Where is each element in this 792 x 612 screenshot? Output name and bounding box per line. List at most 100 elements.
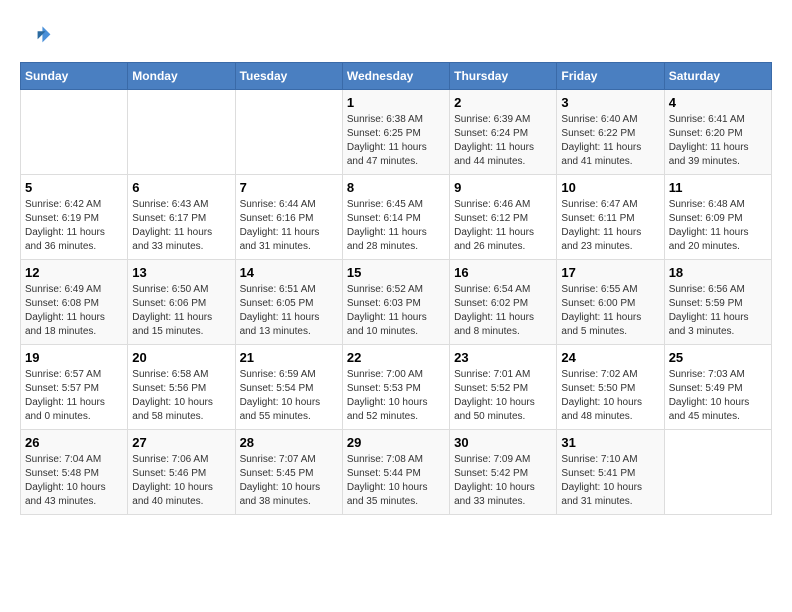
day-number: 9	[454, 180, 552, 195]
calendar-cell: 1Sunrise: 6:38 AM Sunset: 6:25 PM Daylig…	[342, 90, 449, 175]
day-info: Sunrise: 6:45 AM Sunset: 6:14 PM Dayligh…	[347, 198, 445, 254]
calendar-cell: 18 Sunrise: 6:56 AM Sunset: 5:59 PM Dayli…	[664, 260, 771, 345]
calendar-cell: 2 Sunrise: 6:39 AM Sunset: 6:24 PM Daylig…	[450, 90, 557, 175]
calendar-header: SundayMondayTuesdayWednesdayThursdayFrid…	[21, 63, 772, 90]
day-number: 25	[669, 350, 767, 365]
day-number: 26	[25, 435, 123, 450]
weekday-sunday: Sunday	[21, 63, 128, 90]
day-number: 31	[561, 435, 659, 450]
calendar-cell: 29 Sunrise: 7:08 AM Sunset: 5:44 PM Dayli…	[342, 430, 449, 515]
weekday-monday: Monday	[128, 63, 235, 90]
calendar-cell: 13Sunrise: 6:50 AM Sunset: 6:06 PM Dayli…	[128, 260, 235, 345]
day-number: 30	[454, 435, 552, 450]
calendar-cell: 10 Sunrise: 6:47 AM Sunset: 6:11 PM Dayli…	[557, 175, 664, 260]
day-info: Sunrise: 7:08 AM Sunset: 5:44 PM Dayligh…	[347, 453, 445, 509]
day-info: Sunrise: 6:52 AM Sunset: 6:03 PM Dayligh…	[347, 283, 445, 339]
day-info: Sunrise: 7:06 AM Sunset: 5:46 PM Dayligh…	[132, 453, 230, 509]
day-info: Sunrise: 6:50 AM Sunset: 6:06 PM Dayligh…	[132, 283, 230, 339]
day-number: 5	[25, 180, 123, 195]
calendar-cell: 28 Sunrise: 7:07 AM Sunset: 5:45 PM Dayli…	[235, 430, 342, 515]
day-info: Sunrise: 7:02 AM Sunset: 5:50 PM Dayligh…	[561, 368, 659, 424]
day-info: Sunrise: 6:43 AM Sunset: 6:17 PM Dayligh…	[132, 198, 230, 254]
calendar-cell: 4 Sunrise: 6:41 AM Sunset: 6:20 PM Daylig…	[664, 90, 771, 175]
calendar-cell: 19Sunrise: 6:57 AM Sunset: 5:57 PM Dayli…	[21, 345, 128, 430]
day-info: Sunrise: 6:41 AM Sunset: 6:20 PM Dayligh…	[669, 113, 767, 169]
calendar-cell: 22Sunrise: 7:00 AM Sunset: 5:53 PM Dayli…	[342, 345, 449, 430]
calendar-cell: 23 Sunrise: 7:01 AM Sunset: 5:52 PM Dayli…	[450, 345, 557, 430]
calendar-week-5: 26 Sunrise: 7:04 AM Sunset: 5:48 PM Dayli…	[21, 430, 772, 515]
weekday-thursday: Thursday	[450, 63, 557, 90]
day-number: 11	[669, 180, 767, 195]
day-info: Sunrise: 6:39 AM Sunset: 6:24 PM Dayligh…	[454, 113, 552, 169]
day-number: 7	[240, 180, 338, 195]
day-info: Sunrise: 6:46 AM Sunset: 6:12 PM Dayligh…	[454, 198, 552, 254]
day-number: 15	[347, 265, 445, 280]
calendar-cell: 25 Sunrise: 7:03 AM Sunset: 5:49 PM Dayli…	[664, 345, 771, 430]
day-info: Sunrise: 7:07 AM Sunset: 5:45 PM Dayligh…	[240, 453, 338, 509]
weekday-friday: Friday	[557, 63, 664, 90]
calendar-week-1: 1Sunrise: 6:38 AM Sunset: 6:25 PM Daylig…	[21, 90, 772, 175]
logo-icon	[20, 20, 52, 52]
calendar-cell: 8 Sunrise: 6:45 AM Sunset: 6:14 PM Daylig…	[342, 175, 449, 260]
day-number: 17	[561, 265, 659, 280]
day-number: 18	[669, 265, 767, 280]
day-number: 12	[25, 265, 123, 280]
day-number: 23	[454, 350, 552, 365]
calendar-week-3: 12 Sunrise: 6:49 AM Sunset: 6:08 PM Dayli…	[21, 260, 772, 345]
calendar-cell: 5 Sunrise: 6:42 AM Sunset: 6:19 PM Daylig…	[21, 175, 128, 260]
calendar-cell: 7 Sunrise: 6:44 AM Sunset: 6:16 PM Daylig…	[235, 175, 342, 260]
weekday-tuesday: Tuesday	[235, 63, 342, 90]
day-info: Sunrise: 7:03 AM Sunset: 5:49 PM Dayligh…	[669, 368, 767, 424]
day-number: 2	[454, 95, 552, 110]
day-number: 27	[132, 435, 230, 450]
logo	[20, 20, 58, 52]
calendar-cell: 16 Sunrise: 6:54 AM Sunset: 6:02 PM Dayli…	[450, 260, 557, 345]
calendar-cell: 27 Sunrise: 7:06 AM Sunset: 5:46 PM Dayli…	[128, 430, 235, 515]
weekday-saturday: Saturday	[664, 63, 771, 90]
day-info: Sunrise: 6:54 AM Sunset: 6:02 PM Dayligh…	[454, 283, 552, 339]
day-info: Sunrise: 6:58 AM Sunset: 5:56 PM Dayligh…	[132, 368, 230, 424]
calendar-cell	[664, 430, 771, 515]
day-info: Sunrise: 6:42 AM Sunset: 6:19 PM Dayligh…	[25, 198, 123, 254]
calendar-body: 1Sunrise: 6:38 AM Sunset: 6:25 PM Daylig…	[21, 90, 772, 515]
day-number: 28	[240, 435, 338, 450]
calendar-cell: 3Sunrise: 6:40 AM Sunset: 6:22 PM Daylig…	[557, 90, 664, 175]
day-info: Sunrise: 6:47 AM Sunset: 6:11 PM Dayligh…	[561, 198, 659, 254]
weekday-header-row: SundayMondayTuesdayWednesdayThursdayFrid…	[21, 63, 772, 90]
day-number: 4	[669, 95, 767, 110]
day-info: Sunrise: 7:01 AM Sunset: 5:52 PM Dayligh…	[454, 368, 552, 424]
day-info: Sunrise: 6:51 AM Sunset: 6:05 PM Dayligh…	[240, 283, 338, 339]
day-info: Sunrise: 6:38 AM Sunset: 6:25 PM Dayligh…	[347, 113, 445, 169]
calendar-cell	[128, 90, 235, 175]
day-number: 16	[454, 265, 552, 280]
day-number: 8	[347, 180, 445, 195]
calendar-week-4: 19Sunrise: 6:57 AM Sunset: 5:57 PM Dayli…	[21, 345, 772, 430]
day-info: Sunrise: 7:04 AM Sunset: 5:48 PM Dayligh…	[25, 453, 123, 509]
day-number: 19	[25, 350, 123, 365]
weekday-wednesday: Wednesday	[342, 63, 449, 90]
day-info: Sunrise: 6:56 AM Sunset: 5:59 PM Dayligh…	[669, 283, 767, 339]
day-info: Sunrise: 6:40 AM Sunset: 6:22 PM Dayligh…	[561, 113, 659, 169]
calendar-cell	[235, 90, 342, 175]
day-info: Sunrise: 6:55 AM Sunset: 6:00 PM Dayligh…	[561, 283, 659, 339]
calendar-cell: 14Sunrise: 6:51 AM Sunset: 6:05 PM Dayli…	[235, 260, 342, 345]
day-info: Sunrise: 6:44 AM Sunset: 6:16 PM Dayligh…	[240, 198, 338, 254]
day-number: 24	[561, 350, 659, 365]
day-number: 10	[561, 180, 659, 195]
day-info: Sunrise: 7:10 AM Sunset: 5:41 PM Dayligh…	[561, 453, 659, 509]
calendar-cell: 17 Sunrise: 6:55 AM Sunset: 6:00 PM Dayli…	[557, 260, 664, 345]
calendar-cell: 12 Sunrise: 6:49 AM Sunset: 6:08 PM Dayli…	[21, 260, 128, 345]
day-number: 6	[132, 180, 230, 195]
calendar-table: SundayMondayTuesdayWednesdayThursdayFrid…	[20, 62, 772, 515]
day-number: 20	[132, 350, 230, 365]
calendar-cell: 31 Sunrise: 7:10 AM Sunset: 5:41 PM Dayli…	[557, 430, 664, 515]
calendar-week-2: 5 Sunrise: 6:42 AM Sunset: 6:19 PM Daylig…	[21, 175, 772, 260]
day-number: 21	[240, 350, 338, 365]
day-number: 22	[347, 350, 445, 365]
day-number: 29	[347, 435, 445, 450]
calendar-cell: 21Sunrise: 6:59 AM Sunset: 5:54 PM Dayli…	[235, 345, 342, 430]
calendar-cell: 26 Sunrise: 7:04 AM Sunset: 5:48 PM Dayli…	[21, 430, 128, 515]
calendar-cell: 9 Sunrise: 6:46 AM Sunset: 6:12 PM Daylig…	[450, 175, 557, 260]
day-info: Sunrise: 6:49 AM Sunset: 6:08 PM Dayligh…	[25, 283, 123, 339]
calendar-cell: 24 Sunrise: 7:02 AM Sunset: 5:50 PM Dayli…	[557, 345, 664, 430]
